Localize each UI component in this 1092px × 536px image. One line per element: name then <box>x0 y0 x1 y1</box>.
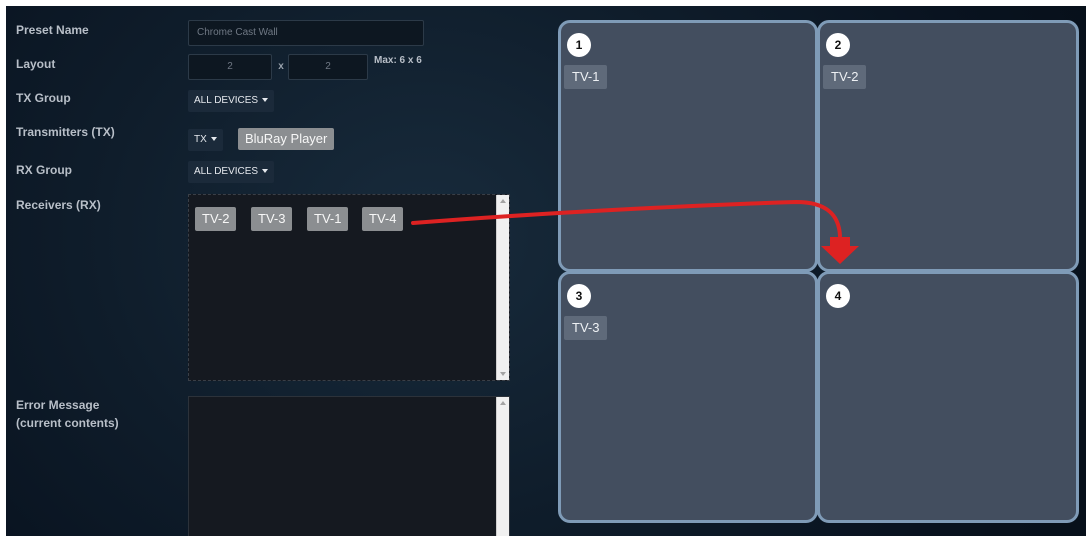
drag-arrow-annotation <box>411 199 859 264</box>
preset-editor: Preset Name Layout TX Group Transmitters… <box>6 6 1086 536</box>
drag-arrow-line <box>411 199 842 238</box>
arrow-down-icon <box>821 237 859 264</box>
